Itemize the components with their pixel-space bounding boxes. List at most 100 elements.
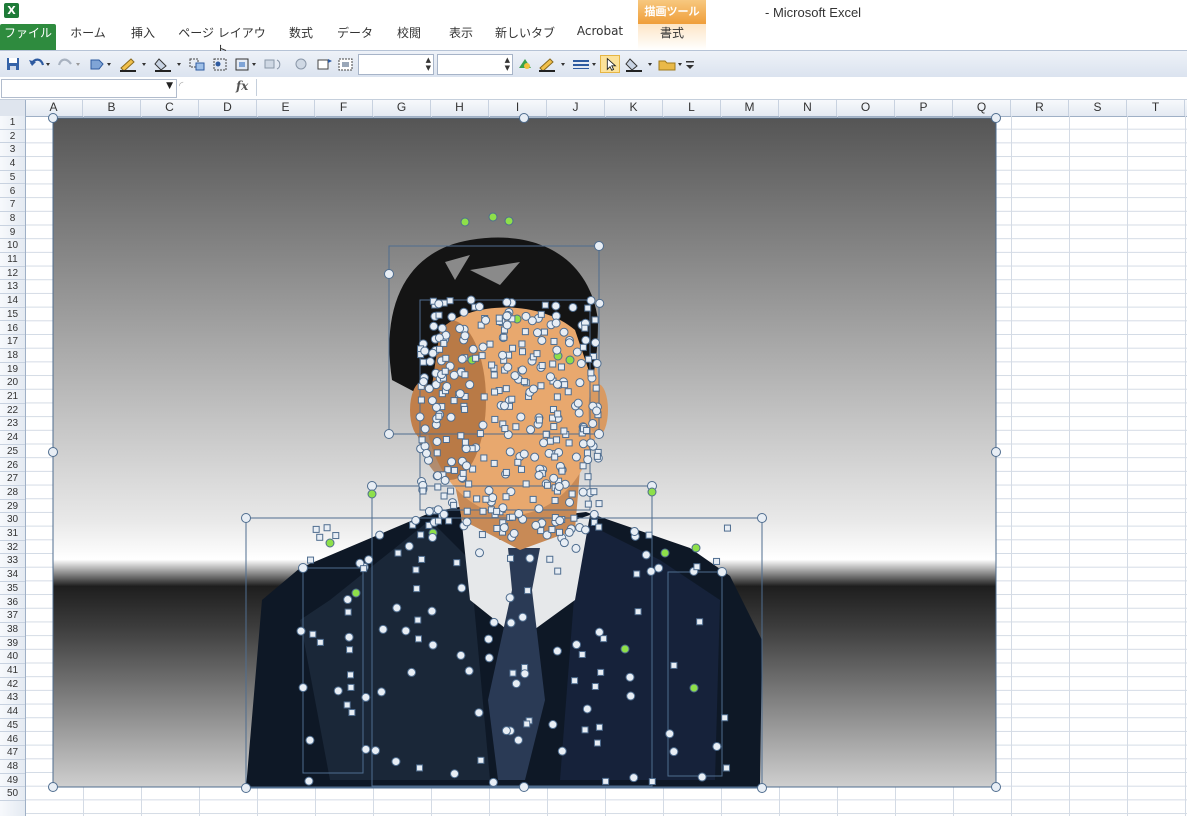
adjust-handle[interactable] [416, 764, 424, 772]
resize-handle[interactable] [367, 481, 377, 491]
resize-handle[interactable] [575, 378, 585, 388]
resize-handle[interactable] [503, 362, 513, 372]
adjust-handle[interactable] [461, 405, 469, 413]
resize-handle[interactable] [528, 384, 538, 394]
resize-handle[interactable] [484, 486, 494, 496]
resize-handle[interactable] [484, 653, 494, 663]
adjust-handle[interactable] [347, 671, 355, 679]
resize-handle[interactable] [625, 672, 635, 682]
rotate-handle[interactable] [460, 217, 470, 227]
resize-handle[interactable] [549, 473, 559, 483]
drawing-layer[interactable] [0, 0, 1187, 816]
adjust-handle[interactable] [581, 726, 589, 734]
adjust-handle[interactable] [560, 427, 568, 435]
resize-handle[interactable] [429, 321, 439, 331]
resize-handle[interactable] [447, 457, 457, 467]
resize-handle[interactable] [554, 482, 564, 492]
resize-handle[interactable] [48, 447, 58, 457]
adjust-handle[interactable] [509, 669, 517, 677]
resize-handle[interactable] [589, 509, 599, 519]
resize-handle[interactable] [669, 747, 679, 757]
adjust-handle[interactable] [587, 369, 595, 377]
resize-handle[interactable] [241, 513, 251, 523]
adjust-handle[interactable] [493, 524, 501, 532]
adjust-handle[interactable] [551, 453, 559, 461]
adjust-handle[interactable] [501, 425, 509, 433]
resize-handle[interactable] [578, 439, 588, 449]
resize-handle[interactable] [588, 418, 598, 428]
resize-handle[interactable] [333, 686, 343, 696]
resize-handle[interactable] [559, 538, 569, 548]
adjust-handle[interactable] [648, 778, 656, 786]
resize-handle[interactable] [461, 444, 471, 454]
adjust-handle[interactable] [478, 531, 486, 539]
adjust-handle[interactable] [419, 358, 427, 366]
resize-handle[interactable] [48, 782, 58, 792]
adjust-handle[interactable] [581, 324, 589, 332]
rotate-handle[interactable] [647, 487, 657, 497]
resize-handle[interactable] [586, 438, 596, 448]
adjust-handle[interactable] [482, 495, 490, 503]
resize-handle[interactable] [641, 550, 651, 560]
adjust-handle[interactable] [633, 570, 641, 578]
adjust-handle[interactable] [523, 720, 531, 728]
resize-handle[interactable] [304, 776, 314, 786]
adjust-handle[interactable] [541, 301, 549, 309]
rotate-handle[interactable] [488, 212, 498, 222]
adjust-handle[interactable] [480, 454, 488, 462]
adjust-handle[interactable] [693, 563, 701, 571]
resize-handle[interactable] [241, 783, 251, 793]
resize-handle[interactable] [457, 583, 467, 593]
adjust-handle[interactable] [565, 439, 573, 447]
adjust-handle[interactable] [413, 585, 421, 593]
adjust-handle[interactable] [344, 608, 352, 616]
resize-handle[interactable] [378, 624, 388, 634]
resize-handle[interactable] [572, 640, 582, 650]
adjust-handle[interactable] [595, 500, 603, 508]
resize-handle[interactable] [697, 772, 707, 782]
adjust-handle[interactable] [419, 487, 427, 495]
adjust-handle[interactable] [514, 458, 522, 466]
resize-handle[interactable] [502, 297, 512, 307]
adjust-handle[interactable] [493, 507, 501, 515]
adjust-handle[interactable] [491, 415, 499, 423]
resize-handle[interactable] [401, 626, 411, 636]
adjust-handle[interactable] [440, 492, 448, 500]
resize-handle[interactable] [518, 612, 528, 622]
adjust-handle[interactable] [316, 533, 324, 541]
adjust-handle[interactable] [522, 480, 530, 488]
adjust-handle[interactable] [561, 381, 569, 389]
resize-handle[interactable] [991, 447, 1001, 457]
resize-handle[interactable] [626, 691, 636, 701]
rotate-handle[interactable] [691, 543, 701, 553]
adjust-handle[interactable] [435, 412, 443, 420]
resize-handle[interactable] [466, 295, 476, 305]
rotate-handle[interactable] [367, 489, 377, 499]
rotate-handle[interactable] [689, 683, 699, 693]
adjust-handle[interactable] [434, 483, 442, 491]
resize-handle[interactable] [717, 567, 727, 577]
resize-handle[interactable] [475, 302, 485, 312]
adjust-handle[interactable] [445, 517, 453, 525]
resize-handle[interactable] [594, 241, 604, 251]
adjust-handle[interactable] [542, 430, 550, 438]
adjust-handle[interactable] [579, 462, 587, 470]
adjust-handle[interactable] [312, 525, 320, 533]
adjust-handle[interactable] [450, 501, 458, 509]
adjust-handle[interactable] [476, 430, 484, 438]
resize-handle[interactable] [499, 523, 509, 533]
adjust-handle[interactable] [446, 297, 454, 305]
adjust-handle[interactable] [360, 565, 368, 573]
adjust-handle[interactable] [490, 459, 498, 467]
resize-handle[interactable] [432, 436, 442, 446]
resize-handle[interactable] [564, 527, 574, 537]
adjust-handle[interactable] [479, 507, 487, 515]
resize-handle[interactable] [564, 338, 574, 348]
resize-handle[interactable] [552, 646, 562, 656]
resize-handle[interactable] [646, 566, 656, 576]
rotate-handle[interactable] [620, 644, 630, 654]
resize-handle[interactable] [407, 667, 417, 677]
adjust-handle[interactable] [558, 467, 566, 475]
adjust-handle[interactable] [518, 348, 526, 356]
adjust-handle[interactable] [550, 423, 558, 431]
